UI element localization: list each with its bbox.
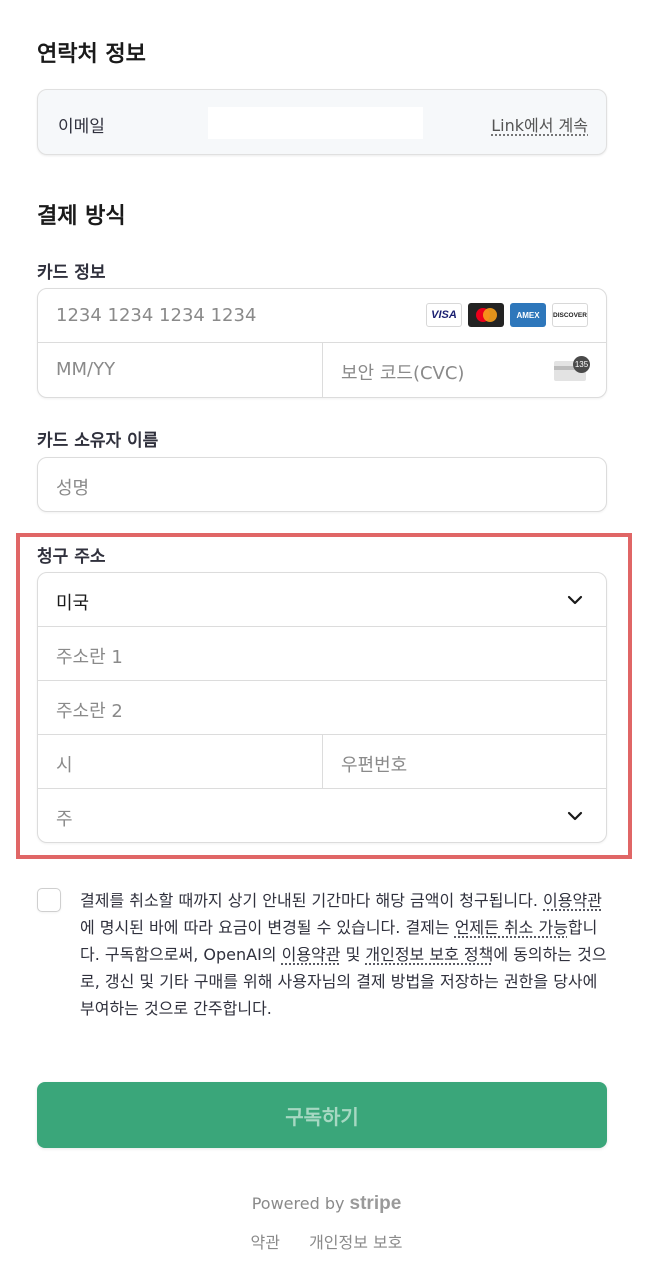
- zip-input[interactable]: 우편번호: [322, 735, 606, 788]
- chevron-down-icon: [567, 595, 583, 605]
- expiry-input[interactable]: MM/YY: [38, 343, 322, 397]
- email-label: 이메일: [58, 117, 105, 137]
- state-select[interactable]: 주: [38, 789, 606, 842]
- card-brands: VISA AMEX DISCOVER: [426, 303, 588, 327]
- cardholder-placeholder: 성명: [56, 478, 90, 499]
- openai-terms-link[interactable]: 이용약관: [282, 945, 341, 964]
- cvc-card-icon: 135: [554, 356, 590, 381]
- cvc-icon-number: 135: [573, 356, 590, 373]
- card-number-row[interactable]: 1234 1234 1234 1234 VISA AMEX DISCOVER: [38, 289, 606, 343]
- cancel-anytime-link[interactable]: 언제든 취소 가능: [455, 918, 568, 937]
- card-info-label: 카드 정보: [37, 263, 106, 283]
- country-select[interactable]: 미국: [38, 573, 606, 627]
- chevron-down-icon: [567, 811, 583, 821]
- subscribe-button[interactable]: 구독하기: [37, 1082, 607, 1148]
- country-value: 미국: [56, 593, 90, 614]
- footer-terms-link[interactable]: 약관: [251, 1233, 280, 1252]
- discover-icon: DISCOVER: [552, 303, 588, 327]
- consent-text-part2: 에 명시된 바에 따라 요금이 변경될 수 있습니다. 결제는: [80, 918, 455, 937]
- email-value: [208, 107, 423, 139]
- city-input[interactable]: 시: [38, 735, 322, 788]
- cvc-input[interactable]: 보안 코드(CVC) 135: [322, 343, 606, 397]
- consent-checkbox[interactable]: [37, 888, 61, 912]
- terms-link[interactable]: 이용약관: [543, 891, 602, 910]
- privacy-policy-link[interactable]: 개인정보 보호 정책: [365, 945, 493, 964]
- address-line1-input[interactable]: 주소란 1: [38, 627, 606, 681]
- address-line2-placeholder: 주소란 2: [56, 701, 123, 722]
- footer-privacy-link[interactable]: 개인정보 보호: [309, 1233, 402, 1252]
- mastercard-icon: [468, 303, 504, 327]
- address-line1-placeholder: 주소란 1: [56, 647, 123, 668]
- payment-heading: 결제 방식: [37, 204, 126, 229]
- expiry-placeholder: MM/YY: [56, 359, 116, 380]
- footer-links: 약관 개인정보 보호: [0, 1229, 653, 1253]
- zip-placeholder: 우편번호: [341, 755, 408, 776]
- city-placeholder: 시: [56, 755, 73, 776]
- amex-icon: AMEX: [510, 303, 546, 327]
- consent-text-part1: 결제를 취소할 때까지 상기 안내된 기간마다 해당 금액이 청구됩니다.: [80, 891, 544, 910]
- billing-label: 청구 주소: [37, 547, 106, 567]
- card-number-input[interactable]: 1234 1234 1234 1234: [56, 305, 256, 326]
- stripe-logo: stripe: [349, 1193, 402, 1214]
- billing-fields: 미국 주소란 1 주소란 2 시 우편번호 주: [37, 572, 607, 843]
- cardholder-input[interactable]: 성명: [37, 457, 607, 512]
- card-fields: 1234 1234 1234 1234 VISA AMEX DISCOVER M…: [37, 288, 607, 398]
- expiry-cvc-row: MM/YY 보안 코드(CVC) 135: [38, 343, 606, 397]
- contact-heading: 연락처 정보: [37, 42, 146, 67]
- cardholder-label: 카드 소유자 이름: [37, 431, 159, 451]
- address-line2-input[interactable]: 주소란 2: [38, 681, 606, 735]
- cvc-placeholder: 보안 코드(CVC): [341, 363, 465, 384]
- consent-text: 결제를 취소할 때까지 상기 안내된 기간마다 해당 금액이 청구됩니다. 이용…: [80, 887, 608, 1022]
- visa-icon: VISA: [426, 303, 462, 327]
- consent-text-part4: 및: [340, 945, 366, 964]
- powered-by-label: Powered by: [251, 1194, 345, 1213]
- state-placeholder: 주: [56, 809, 73, 830]
- powered-by-stripe: Powered by stripe: [0, 1193, 653, 1215]
- link-continue-link[interactable]: Link에서 계속: [491, 112, 588, 136]
- email-field[interactable]: 이메일 Link에서 계속: [37, 89, 607, 155]
- city-zip-row: 시 우편번호: [38, 735, 606, 789]
